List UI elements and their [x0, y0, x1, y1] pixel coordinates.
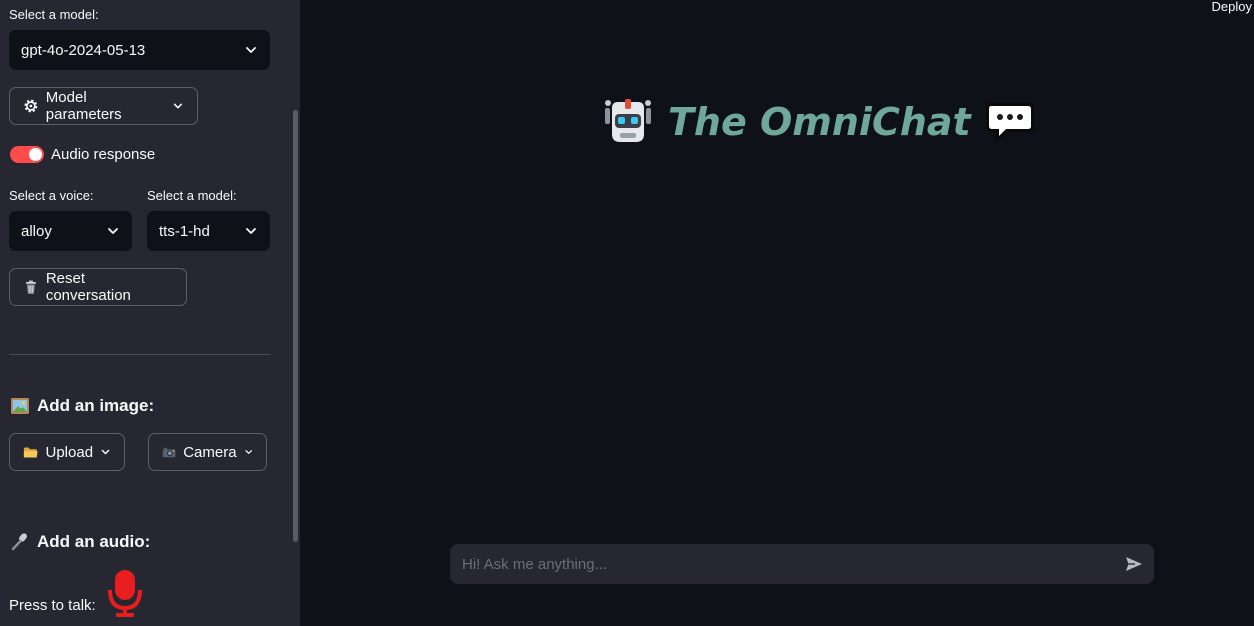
- model-parameters-label: Model parameters: [45, 89, 122, 123]
- add-audio-heading: Add an audio:: [10, 532, 150, 552]
- red-microphone-icon[interactable]: [107, 568, 143, 618]
- upload-button[interactable]: Upload: [9, 433, 125, 471]
- robot-icon: [605, 99, 651, 142]
- upload-label: Upload: [45, 443, 94, 461]
- reset-conversation-button[interactable]: Reset conversation: [9, 268, 187, 306]
- sidebar-scrollbar[interactable]: [293, 110, 298, 542]
- deploy-button[interactable]: Deploy: [1212, 0, 1252, 14]
- model-select-label: Select a model:: [9, 7, 99, 22]
- picture-icon: [11, 398, 29, 414]
- microphone-icon: [11, 533, 27, 551]
- tts-model-select[interactable]: tts-1-hd: [147, 211, 270, 251]
- add-audio-heading-text: Add an audio:: [37, 532, 151, 551]
- audio-response-toggle[interactable]: [10, 146, 44, 163]
- camera-button[interactable]: Camera: [148, 433, 267, 471]
- page-title: The OmniChat: [602, 96, 1035, 148]
- add-image-heading: Add an image:: [10, 396, 154, 416]
- chevron-down-icon: [173, 103, 183, 109]
- gear-icon: [24, 99, 38, 113]
- model-select-value: gpt-4o-2024-05-13: [21, 41, 146, 59]
- chevron-down-icon: [101, 449, 110, 455]
- reset-conversation-label: Reset conversation: [45, 270, 131, 304]
- app: Select a model: gpt-4o-2024-05-13 Model …: [0, 0, 1254, 626]
- press-to-talk-label: Press to talk:: [9, 597, 96, 614]
- camera-icon: [162, 447, 176, 457]
- chevron-down-icon: [108, 228, 118, 234]
- chat-input[interactable]: [460, 554, 1104, 574]
- audio-response-label: Audio response: [51, 146, 156, 163]
- camera-label: Camera: [183, 443, 237, 461]
- sidebar-divider: [9, 354, 270, 355]
- chevron-down-icon: [246, 228, 256, 234]
- chevron-down-icon: [244, 450, 252, 454]
- voice-select-label: Select a voice:: [9, 188, 94, 203]
- tts-model-select-value: tts-1-hd: [159, 222, 210, 240]
- folder-icon: [23, 446, 38, 458]
- add-image-heading-text: Add an image:: [37, 396, 155, 415]
- chat-input-bar: [450, 544, 1154, 584]
- voice-select-value: alloy: [21, 222, 52, 240]
- sidebar: Select a model: gpt-4o-2024-05-13 Model …: [0, 0, 300, 626]
- toggle-knob: [29, 148, 42, 161]
- model-parameters-button[interactable]: Model parameters: [9, 87, 198, 125]
- speech-bubble-icon: [985, 103, 1034, 142]
- trash-icon: [25, 280, 36, 294]
- voice-select[interactable]: alloy: [9, 211, 132, 251]
- page-title-text: The OmniChat: [668, 100, 971, 144]
- chevron-down-icon: [246, 47, 256, 53]
- model-select[interactable]: gpt-4o-2024-05-13: [9, 30, 270, 70]
- tts-model-select-label: Select a model:: [147, 188, 237, 203]
- send-icon[interactable]: [1124, 554, 1144, 574]
